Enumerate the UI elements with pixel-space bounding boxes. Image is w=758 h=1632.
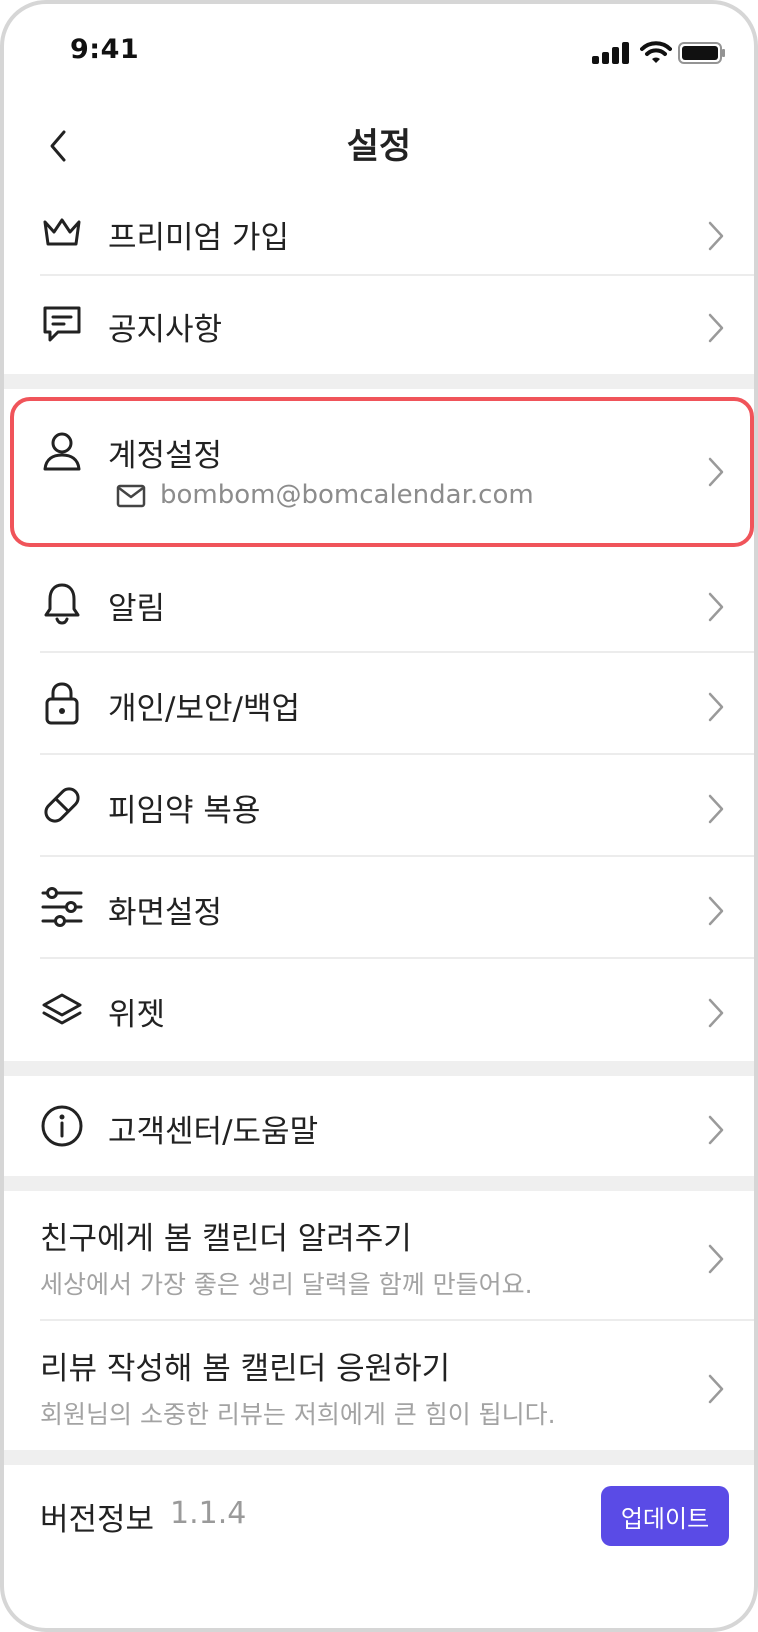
status-bar: 9:41 — [4, 4, 754, 100]
version-number: 1.1.4 — [170, 1496, 247, 1531]
cellular-signal-icon — [592, 42, 632, 64]
chevron-right-icon — [708, 896, 724, 926]
menu-item-label: 알림 — [108, 591, 166, 627]
menu-item-privacy[interactable]: 개인/보안/백업 — [4, 653, 754, 755]
menu-item-label: 프리미엄 가입 — [108, 220, 289, 256]
chevron-right-icon — [708, 313, 724, 343]
version-label: 버전정보 — [40, 1502, 155, 1538]
promo-title: 리뷰 작성해 봄 캘린더 응원하기 — [40, 1351, 451, 1387]
promo-title: 친구에게 봄 캘린더 알려주기 — [40, 1221, 412, 1257]
message-icon — [43, 306, 81, 342]
menu-item-display[interactable]: 화면설정 — [4, 857, 754, 959]
chevron-right-icon — [708, 592, 724, 622]
chevron-right-icon — [708, 692, 724, 722]
bell-icon — [44, 583, 80, 625]
page-title: 설정 — [346, 127, 412, 167]
update-button[interactable]: 업데이트 — [601, 1486, 729, 1546]
nav-bar: 설정 — [4, 100, 754, 198]
chevron-right-icon — [708, 998, 724, 1028]
menu-item-alarm[interactable]: 알림 — [4, 555, 754, 653]
battery-icon — [678, 42, 725, 64]
menu-item-label: 고객센터/도움말 — [108, 1114, 319, 1150]
phone-frame: 9:41 설정 프리미엄 가입 공지사항 계정설정 bombom@bomcale… — [0, 0, 758, 1632]
menu-item-label: 개인/보안/백업 — [108, 691, 301, 727]
section-gap — [4, 1061, 754, 1076]
sliders-icon — [41, 887, 83, 927]
menu-item-label: 화면설정 — [108, 895, 223, 931]
info-icon — [41, 1105, 83, 1147]
promo-subtitle: 회원님의 소중한 리뷰는 저희에게 큰 힘이 됩니다. — [40, 1400, 556, 1429]
wifi-icon — [640, 41, 672, 63]
section-gap — [4, 1176, 754, 1191]
menu-item-notice[interactable]: 공지사항 — [4, 276, 754, 374]
menu-item-pill[interactable]: 피임약 복용 — [4, 755, 754, 857]
menu-item-label: 공지사항 — [108, 312, 223, 348]
layers-icon — [42, 993, 82, 1025]
pill-icon — [44, 787, 80, 823]
crown-icon — [43, 218, 81, 246]
chevron-right-icon — [708, 221, 724, 251]
chevron-right-icon — [708, 794, 724, 824]
section-gap — [4, 1450, 754, 1465]
promo-subtitle: 세상에서 가장 좋은 생리 달력을 함께 만들어요. — [40, 1270, 533, 1299]
menu-item-help[interactable]: 고객센터/도움말 — [4, 1076, 754, 1176]
highlight-outline — [10, 397, 754, 547]
share-app-item[interactable]: 친구에게 봄 캘린더 알려주기 세상에서 가장 좋은 생리 달력을 함께 만들어… — [4, 1191, 754, 1321]
status-time: 9:41 — [70, 34, 140, 65]
menu-item-widget[interactable]: 위젯 — [4, 959, 754, 1061]
section-gap — [4, 374, 754, 389]
menu-item-label: 피임약 복용 — [108, 793, 261, 829]
menu-item-label: 위젯 — [108, 997, 166, 1033]
menu-item-premium[interactable]: 프리미엄 가입 — [4, 198, 754, 276]
chevron-right-icon — [708, 1374, 724, 1404]
write-review-item[interactable]: 리뷰 작성해 봄 캘린더 응원하기 회원님의 소중한 리뷰는 저희에게 큰 힘이… — [4, 1321, 754, 1450]
chevron-right-icon — [708, 1115, 724, 1145]
lock-icon — [45, 682, 79, 725]
chevron-right-icon — [708, 1244, 724, 1274]
